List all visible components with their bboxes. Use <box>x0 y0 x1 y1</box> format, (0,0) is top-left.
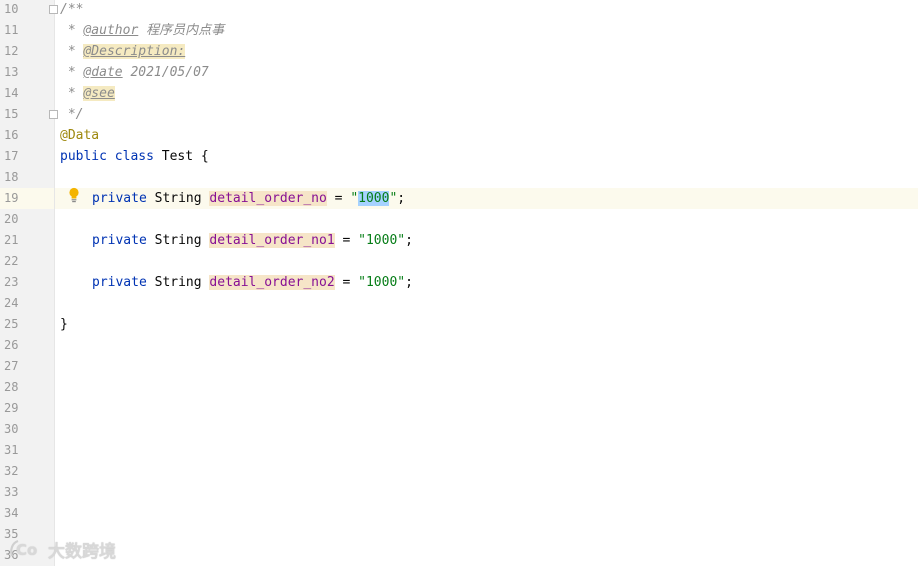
keyword: private <box>92 191 147 206</box>
code-line: /** <box>60 0 83 20</box>
type-name: String <box>154 233 202 248</box>
selected-text[interactable]: 1000 <box>358 191 390 206</box>
code-editor[interactable]: 10 11 12 13 14 15 16 17 18 19 20 21 22 2… <box>0 0 918 566</box>
line-number: 31 <box>4 443 19 457</box>
code-line: * @author 程序员内点事 <box>60 20 224 41</box>
line-number: 22 <box>4 254 19 268</box>
line-number: 34 <box>4 506 19 520</box>
line-number: 10 <box>4 2 19 16</box>
code-line: @Data <box>60 125 99 146</box>
type-name: String <box>154 191 202 206</box>
code-line: * @Description: <box>60 41 186 62</box>
line-number: 14 <box>4 86 19 100</box>
operator: = <box>334 191 343 206</box>
code-line: } <box>60 314 68 335</box>
svg-text:Co: Co <box>16 541 37 559</box>
semicolon: ; <box>405 275 413 290</box>
semicolon: ; <box>397 191 406 206</box>
line-number: 29 <box>4 401 19 415</box>
line-number: 15 <box>4 107 19 121</box>
comment-prefix: * <box>60 86 84 101</box>
code-line: */ <box>60 104 84 125</box>
comment-prefix: * <box>60 44 84 59</box>
line-number: 32 <box>4 464 19 478</box>
doc-tag: @author <box>83 23 139 38</box>
line-number: 26 <box>4 338 19 352</box>
comment-text: */ <box>60 107 84 122</box>
keyword: private <box>92 275 147 290</box>
keyword: public <box>60 149 107 164</box>
code-line: * @date 2021/05/07 <box>60 62 209 83</box>
line-number: 25 <box>4 317 19 331</box>
brace: { <box>200 149 209 164</box>
code-line: public class Test { <box>60 146 209 167</box>
type-name: String <box>154 275 202 290</box>
brand-logo-icon: Co <box>10 539 37 559</box>
line-number-current: 19 <box>4 191 19 205</box>
class-name: Test <box>161 149 194 164</box>
line-number: 16 <box>4 128 19 142</box>
comment-prefix: * <box>60 65 84 80</box>
line-number: 23 <box>4 275 19 289</box>
field-name: detail_order_no2 <box>209 275 335 290</box>
comment-text: /** <box>60 2 84 17</box>
field-name: detail_order_no <box>209 191 327 206</box>
string-literal: "1000" <box>358 275 406 290</box>
watermark-text: 大数跨境 <box>48 541 116 562</box>
line-number: 18 <box>4 170 19 184</box>
code-line-current: private String detail_order_no = "1000"; <box>92 188 405 209</box>
line-number: 12 <box>4 44 19 58</box>
comment-prefix: * <box>60 23 84 38</box>
code-line: private String detail_order_no2 = "1000"… <box>92 272 413 293</box>
doc-tag: @date <box>83 65 123 80</box>
line-number: 33 <box>4 485 19 499</box>
comment-text: 2021/05/07 <box>122 65 209 80</box>
string-quote: " <box>350 191 359 206</box>
comment-text: 程序员内点事 <box>138 23 225 38</box>
brace: } <box>60 317 68 332</box>
line-number: 27 <box>4 359 19 373</box>
line-number: 21 <box>4 233 19 247</box>
code-line: private String detail_order_no1 = "1000"… <box>92 230 413 251</box>
line-number: 28 <box>4 380 19 394</box>
line-number: 17 <box>4 149 19 163</box>
line-number: 20 <box>4 212 19 226</box>
annotation: @Data <box>60 128 100 143</box>
watermark: Co 大数跨境 <box>8 536 116 562</box>
line-number: 24 <box>4 296 19 310</box>
semicolon: ; <box>405 233 413 248</box>
field-name: detail_order_no1 <box>209 233 335 248</box>
operator: = <box>342 233 351 248</box>
code-content[interactable]: /** * @author 程序员内点事 * @Description: * @… <box>55 0 918 566</box>
line-number: 11 <box>4 23 19 37</box>
line-number: 30 <box>4 422 19 436</box>
keyword: class <box>114 149 154 164</box>
doc-tag: @see <box>83 86 115 101</box>
operator: = <box>342 275 351 290</box>
line-number: 13 <box>4 65 19 79</box>
doc-tag: @Description: <box>83 44 186 59</box>
code-line: * @see <box>60 83 115 104</box>
string-literal: "1000" <box>358 233 406 248</box>
keyword: private <box>92 233 147 248</box>
